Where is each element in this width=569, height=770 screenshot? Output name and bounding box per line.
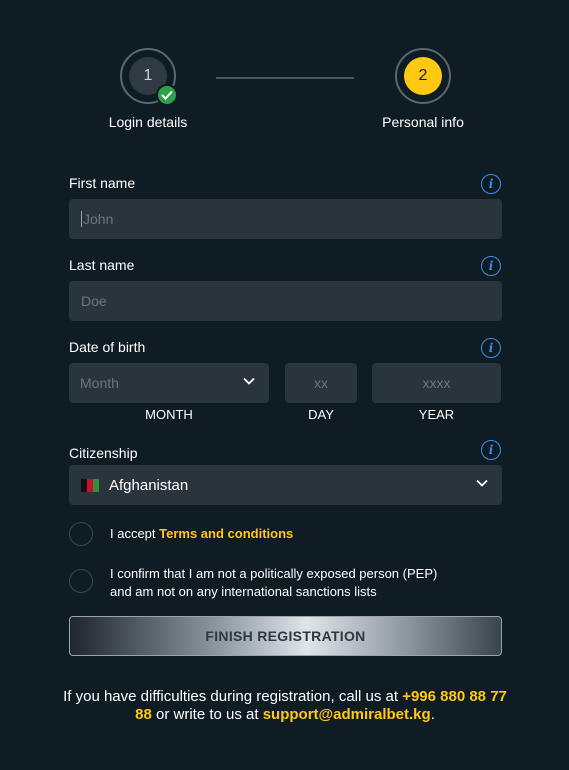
day-input[interactable]: xx	[285, 363, 357, 403]
chevron-down-icon	[243, 377, 255, 385]
info-icon[interactable]: i	[481, 440, 501, 460]
citizenship-label: Citizenship	[69, 445, 138, 461]
last-name-input[interactable]: Doe	[69, 281, 502, 321]
footer-text-3: .	[430, 706, 435, 723]
terms-prefix: I accept	[110, 526, 160, 541]
terms-text: I accept Terms and conditions	[110, 525, 293, 543]
citizenship-value: Afghanistan	[109, 476, 189, 494]
terms-link[interactable]: Terms and conditions	[159, 526, 293, 541]
chevron-down-icon	[476, 479, 488, 487]
day-placeholder: xx	[314, 375, 328, 391]
support-email-link[interactable]: support@admiralbet.kg	[263, 706, 431, 723]
first-name-placeholder: John	[83, 211, 114, 227]
info-icon[interactable]: i	[481, 174, 501, 194]
registration-stepper: 1 Login details 2 Personal info	[0, 0, 569, 140]
footer-text-2: or write to us at	[151, 706, 263, 723]
finish-registration-button[interactable]: FINISH REGISTRATION	[69, 616, 502, 656]
step-2-number: 2	[404, 57, 442, 95]
terms-checkbox[interactable]	[69, 522, 93, 546]
last-name-label: Last name	[69, 257, 135, 273]
afghanistan-flag-icon	[81, 478, 99, 492]
month-placeholder: Month	[80, 375, 119, 391]
pep-line-1: I confirm that I am not a politically ex…	[110, 566, 438, 581]
month-caption: MONTH	[145, 407, 193, 422]
info-icon[interactable]: i	[481, 256, 501, 276]
check-icon	[156, 84, 178, 106]
citizenship-select[interactable]: Afghanistan	[69, 465, 502, 505]
year-caption: YEAR	[418, 407, 455, 422]
date-of-birth-label: Date of birth	[69, 339, 146, 355]
last-name-placeholder: Doe	[81, 293, 107, 309]
year-input[interactable]: xxxx	[372, 363, 501, 403]
info-icon[interactable]: i	[481, 338, 501, 358]
step-2-ring: 2	[395, 48, 451, 104]
footer-text-1: If you have difficulties during registra…	[63, 688, 403, 705]
step-connector	[216, 77, 354, 79]
first-name-label: First name	[69, 175, 136, 191]
year-placeholder: xxxx	[422, 375, 451, 391]
first-name-input[interactable]: John	[69, 199, 502, 239]
support-footer: If you have difficulties during registra…	[60, 688, 510, 724]
pep-checkbox[interactable]	[69, 569, 93, 593]
step-login-details: 1 Login details	[88, 48, 208, 130]
pep-text: I confirm that I am not a politically ex…	[110, 565, 437, 601]
step-1-label: Login details	[108, 114, 188, 130]
step-personal-info: 2 Personal info	[363, 48, 483, 130]
text-caret	[81, 211, 82, 227]
step-1-ring: 1	[120, 48, 178, 106]
pep-line-2: and am not on any international sanction…	[110, 584, 377, 599]
month-select[interactable]: Month	[69, 363, 269, 403]
day-caption: DAY	[308, 407, 334, 422]
step-2-label: Personal info	[382, 114, 464, 130]
